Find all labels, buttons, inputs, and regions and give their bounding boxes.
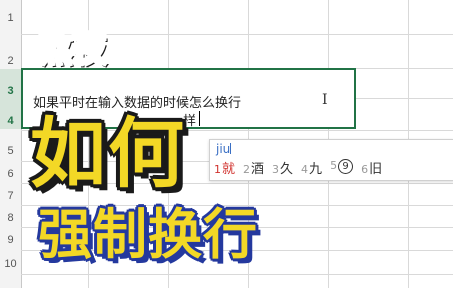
- overlay-main-title: 如何: [30, 109, 186, 198]
- gridline: [21, 274, 453, 275]
- text-caret: [199, 111, 200, 126]
- row-header-9[interactable]: 9: [0, 234, 21, 246]
- row-header-1[interactable]: 1: [0, 12, 21, 24]
- row-header-8[interactable]: 8: [0, 212, 21, 224]
- row-header-3[interactable]: 3: [0, 85, 21, 97]
- ime-candidate-window[interactable]: jiu 1就 2酒 3久 4九 59 6旧: [209, 139, 453, 181]
- ime-pinyin-input: jiu: [216, 142, 232, 156]
- row-header-7[interactable]: 7: [0, 190, 21, 202]
- ime-candidate-5[interactable]: 59: [330, 158, 354, 177]
- ime-candidate-list: 1就 2酒 3久 4九 59 6旧: [214, 158, 382, 177]
- row-header-4[interactable]: 4: [0, 115, 21, 127]
- ime-candidate-1[interactable]: 1就: [214, 158, 235, 177]
- text-cursor-icon: I: [322, 92, 328, 108]
- row-header-2[interactable]: 2: [0, 55, 21, 67]
- row-header-10[interactable]: 10: [0, 258, 21, 270]
- row-header-5[interactable]: 5: [0, 145, 21, 157]
- ime-candidate-3[interactable]: 3久: [272, 158, 293, 177]
- ime-candidate-2[interactable]: 2酒: [243, 158, 264, 177]
- ime-candidate-6[interactable]: 6旧: [361, 158, 382, 177]
- overlay-subtitle: 强制换行: [38, 203, 258, 266]
- overlay-top-title: 熬夜: [37, 29, 107, 71]
- row-header-6[interactable]: 6: [0, 168, 21, 180]
- ime-candidate-4[interactable]: 4九: [301, 158, 322, 177]
